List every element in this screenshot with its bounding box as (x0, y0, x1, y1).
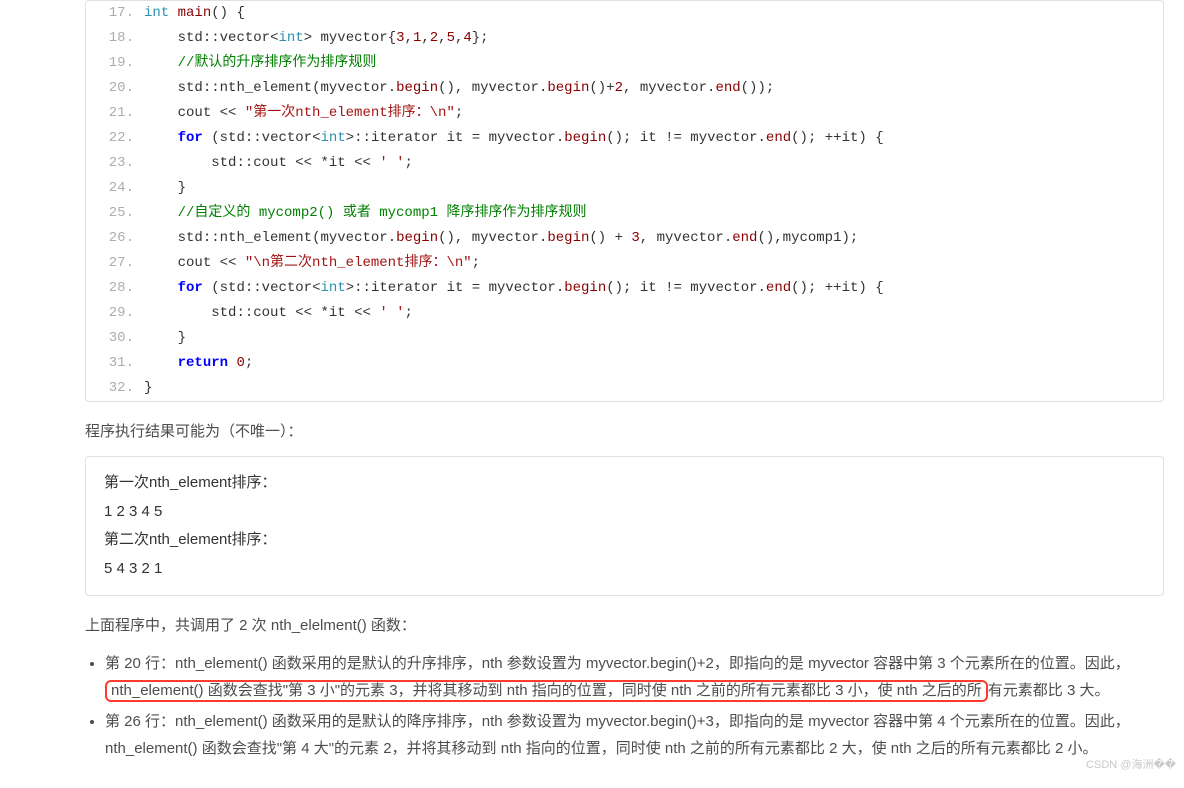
code-content: for (std::vector<int>::iterator it = myv… (144, 276, 1163, 301)
code-line: 32.} (86, 376, 1163, 401)
output-line: 第二次nth_element排序： (104, 526, 1145, 555)
code-line: 31. return 0; (86, 351, 1163, 376)
bullet-text: 有元素都比 3 大。 (988, 682, 1110, 699)
code-line: 19. //默认的升序排序作为排序规则 (86, 51, 1163, 76)
code-content: return 0; (144, 351, 1163, 376)
code-line: 20. std::nth_element(myvector.begin(), m… (86, 76, 1163, 101)
code-content: cout << "\n第二次nth_element排序：\n"; (144, 251, 1163, 276)
line-number: 29. (86, 301, 144, 326)
highlight-box: nth_element() 函数会查找"第 3 小"的元素 3，并将其移动到 n… (105, 680, 988, 702)
explain-bullets: 第 20 行：nth_element() 函数采用的是默认的升序排序，nth 参… (85, 650, 1164, 762)
code-line: 28. for (std::vector<int>::iterator it =… (86, 276, 1163, 301)
bullet-item: 第 26 行：nth_element() 函数采用的是默认的降序排序，nth 参… (105, 708, 1164, 762)
code-content: } (144, 376, 1163, 401)
code-line: 21. cout << "第一次nth_element排序：\n"; (86, 101, 1163, 126)
result-intro: 程序执行结果可能为（不唯一）： (85, 420, 1164, 444)
explain-intro: 上面程序中，共调用了 2 次 nth_elelment() 函数： (85, 614, 1164, 638)
line-number: 32. (86, 376, 144, 401)
code-content: cout << "第一次nth_element排序：\n"; (144, 101, 1163, 126)
bullet-item: 第 20 行：nth_element() 函数采用的是默认的升序排序，nth 参… (105, 650, 1164, 704)
output-line: 5 4 3 2 1 (104, 555, 1145, 584)
line-number: 28. (86, 276, 144, 301)
code-content: std::cout << *it << ' '; (144, 301, 1163, 326)
line-number: 18. (86, 26, 144, 51)
code-content: std::vector<int> myvector{3,1,2,5,4}; (144, 26, 1163, 51)
line-number: 23. (86, 151, 144, 176)
code-content: std::nth_element(myvector.begin(), myvec… (144, 226, 1163, 251)
line-number: 17. (86, 1, 144, 26)
code-line: 18. std::vector<int> myvector{3,1,2,5,4}… (86, 26, 1163, 51)
line-number: 24. (86, 176, 144, 201)
line-number: 26. (86, 226, 144, 251)
code-line: 22. for (std::vector<int>::iterator it =… (86, 126, 1163, 151)
code-content: for (std::vector<int>::iterator it = myv… (144, 126, 1163, 151)
code-line: 29. std::cout << *it << ' '; (86, 301, 1163, 326)
code-line: 25. //自定义的 mycomp2() 或者 mycomp1 降序排序作为排序… (86, 201, 1163, 226)
line-number: 31. (86, 351, 144, 376)
code-line: 27. cout << "\n第二次nth_element排序：\n"; (86, 251, 1163, 276)
line-number: 25. (86, 201, 144, 226)
program-output: 第一次nth_element排序： 1 2 3 4 5 第二次nth_eleme… (85, 456, 1164, 596)
code-block: 17.int main() {18. std::vector<int> myve… (85, 0, 1164, 402)
code-line: 26. std::nth_element(myvector.begin(), m… (86, 226, 1163, 251)
line-number: 22. (86, 126, 144, 151)
output-line: 第一次nth_element排序： (104, 469, 1145, 498)
line-number: 30. (86, 326, 144, 351)
code-line: 17.int main() { (86, 1, 1163, 26)
code-content: std::cout << *it << ' '; (144, 151, 1163, 176)
code-line: 30. } (86, 326, 1163, 351)
bullet-text: 第 20 行：nth_element() 函数采用的是默认的升序排序，nth 参… (105, 655, 1130, 672)
line-number: 27. (86, 251, 144, 276)
code-content: } (144, 176, 1163, 201)
code-content: //默认的升序排序作为排序规则 (144, 51, 1163, 76)
code-line: 23. std::cout << *it << ' '; (86, 151, 1163, 176)
code-line: 24. } (86, 176, 1163, 201)
code-content: int main() { (144, 1, 1163, 26)
line-number: 20. (86, 76, 144, 101)
line-number: 21. (86, 101, 144, 126)
line-number: 19. (86, 51, 144, 76)
output-line: 1 2 3 4 5 (104, 498, 1145, 527)
code-content: std::nth_element(myvector.begin(), myvec… (144, 76, 1163, 101)
code-content: } (144, 326, 1163, 351)
code-content: //自定义的 mycomp2() 或者 mycomp1 降序排序作为排序规则 (144, 201, 1163, 226)
